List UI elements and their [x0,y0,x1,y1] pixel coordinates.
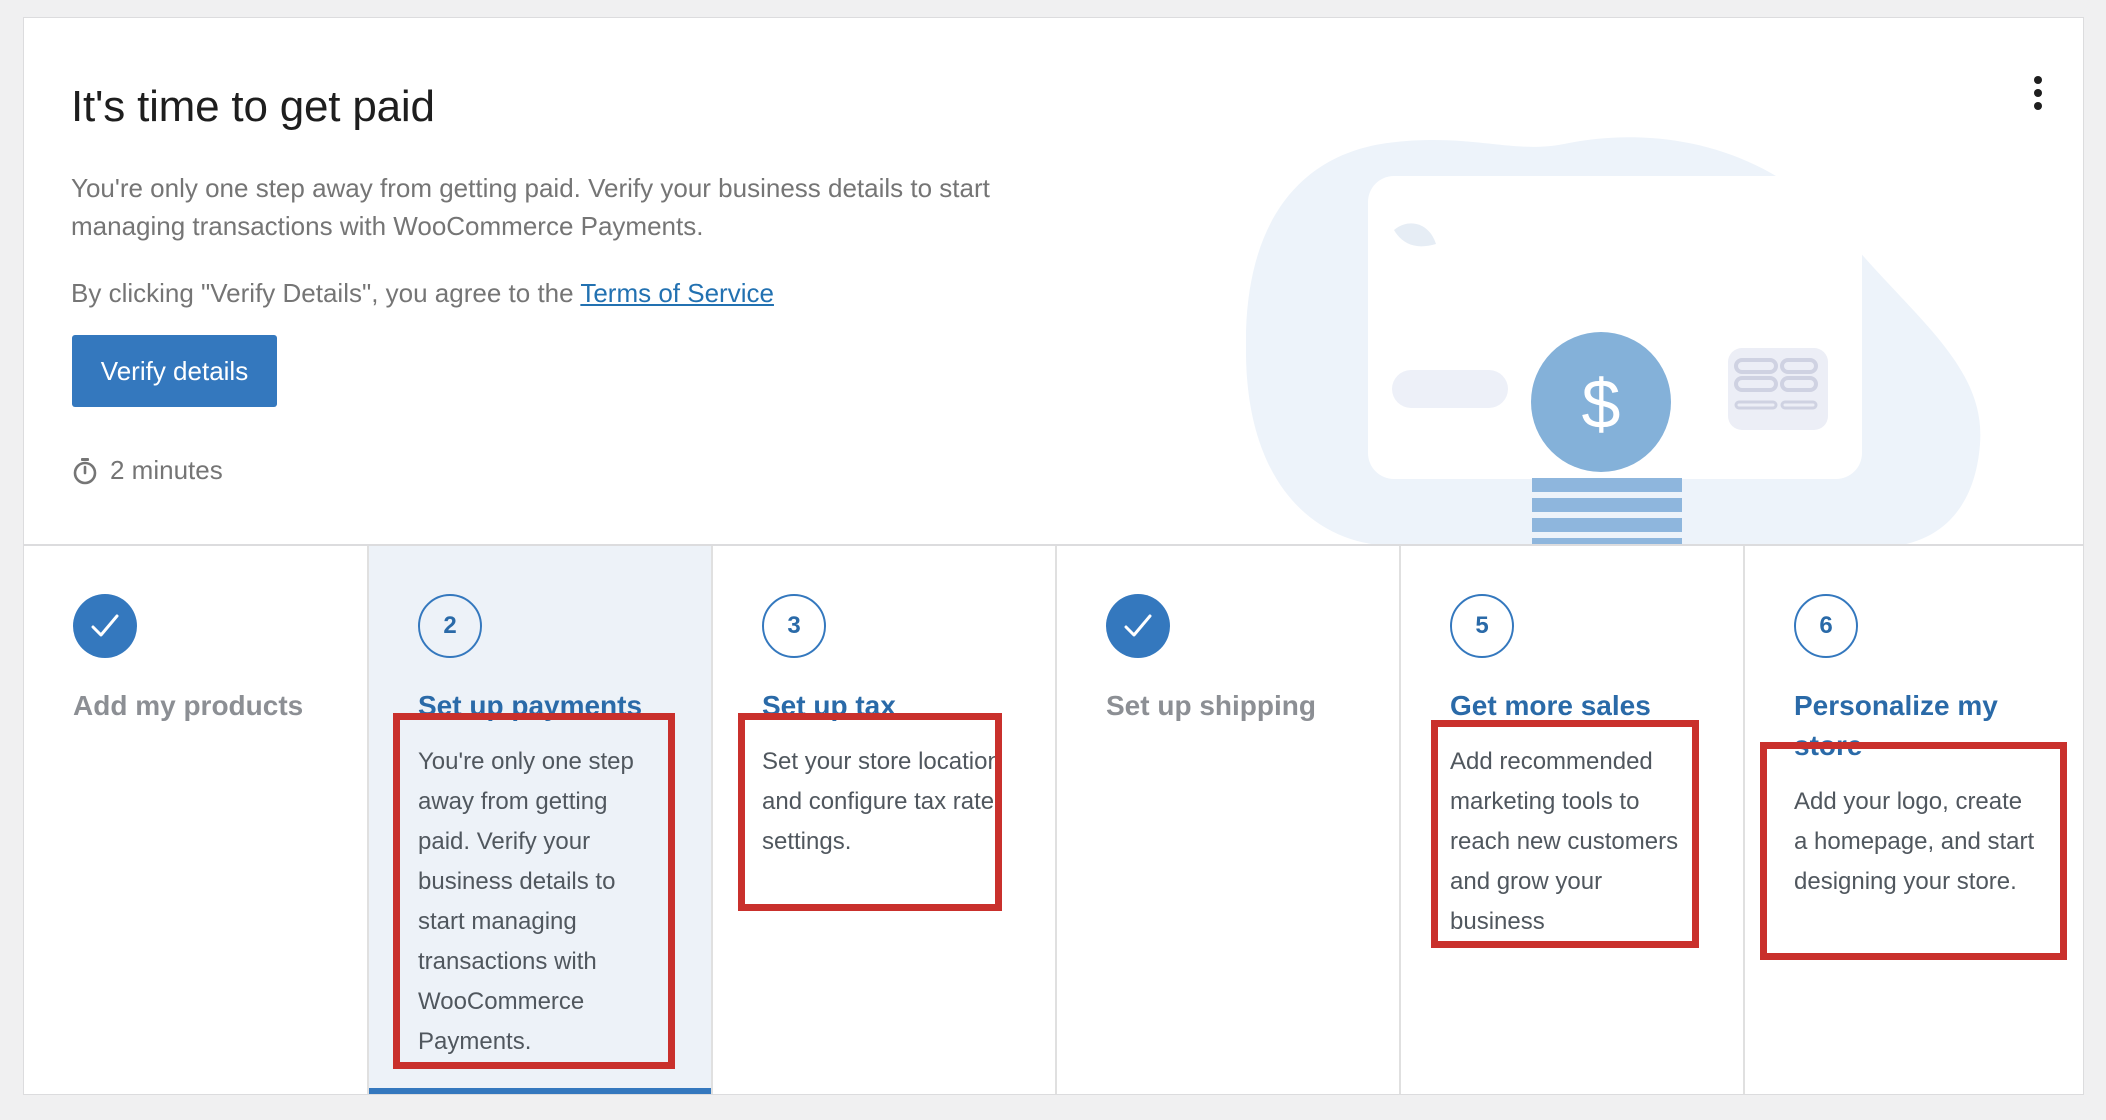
more-options-icon[interactable] [2028,74,2048,118]
payments-hero: It's time to get paid You're only one st… [24,18,2083,546]
step-personalize-store[interactable]: 6 Personalize my store Add your logo, cr… [1743,546,2083,1094]
hero-description: You're only one step away from getting p… [71,173,990,241]
terms-of-service-link[interactable]: Terms of Service [580,278,774,308]
step-set-up-payments[interactable]: 2 Set up payments You're only one step a… [367,546,711,1094]
verify-details-button[interactable]: Verify details [72,335,277,407]
step-add-products[interactable]: Add my products [24,546,367,1094]
setup-steps: Add my products 2 Set up payments You're… [24,546,2083,1094]
step-number-badge: 6 [1794,594,1858,658]
step-description: Add recommended marketing tools to reach… [1450,748,1679,935]
step-title[interactable]: Set up tax [762,686,1022,726]
step-title[interactable]: Personalize my store [1794,686,2054,766]
step-complete-badge [73,594,137,658]
active-step-indicator [369,1088,711,1094]
step-title[interactable]: Get more sales [1450,686,1710,726]
step-title: Set up shipping [1106,690,1316,721]
setup-task-card: It's time to get paid You're only one st… [23,17,2084,1095]
dollar-coin-card-icon: $ [1246,137,1981,546]
checkmark-icon [91,614,119,637]
hero-title: It's time to get paid [71,82,435,131]
svg-text:$: $ [1582,365,1621,443]
step-set-up-tax[interactable]: 3 Set up tax Set your store location and… [711,546,1055,1094]
stopwatch-icon [73,457,97,484]
checkmark-icon [1124,614,1152,637]
step-description: Set your store location and configure ta… [762,748,1001,855]
step-get-more-sales[interactable]: 5 Get more sales Add recommended marketi… [1399,546,1743,1094]
time-estimate-text: 2 minutes [110,455,223,485]
step-set-up-shipping[interactable]: Set up shipping [1055,546,1399,1094]
step-description: You're only one step away from getting p… [418,748,634,1055]
step-number-badge: 3 [762,594,826,658]
step-title[interactable]: Set up payments [418,686,678,726]
terms-prefix: By clicking "Verify Details", you agree … [71,278,581,308]
step-number-badge: 2 [418,594,482,658]
step-number-badge: 5 [1450,594,1514,658]
step-description: Add your logo, create a homepage, and st… [1794,788,2035,895]
step-title: Add my products [73,690,304,721]
step-complete-badge [1106,594,1170,658]
time-estimate: 2 minutes [72,455,223,486]
terms-text: By clicking "Verify Details", you agree … [71,274,774,312]
